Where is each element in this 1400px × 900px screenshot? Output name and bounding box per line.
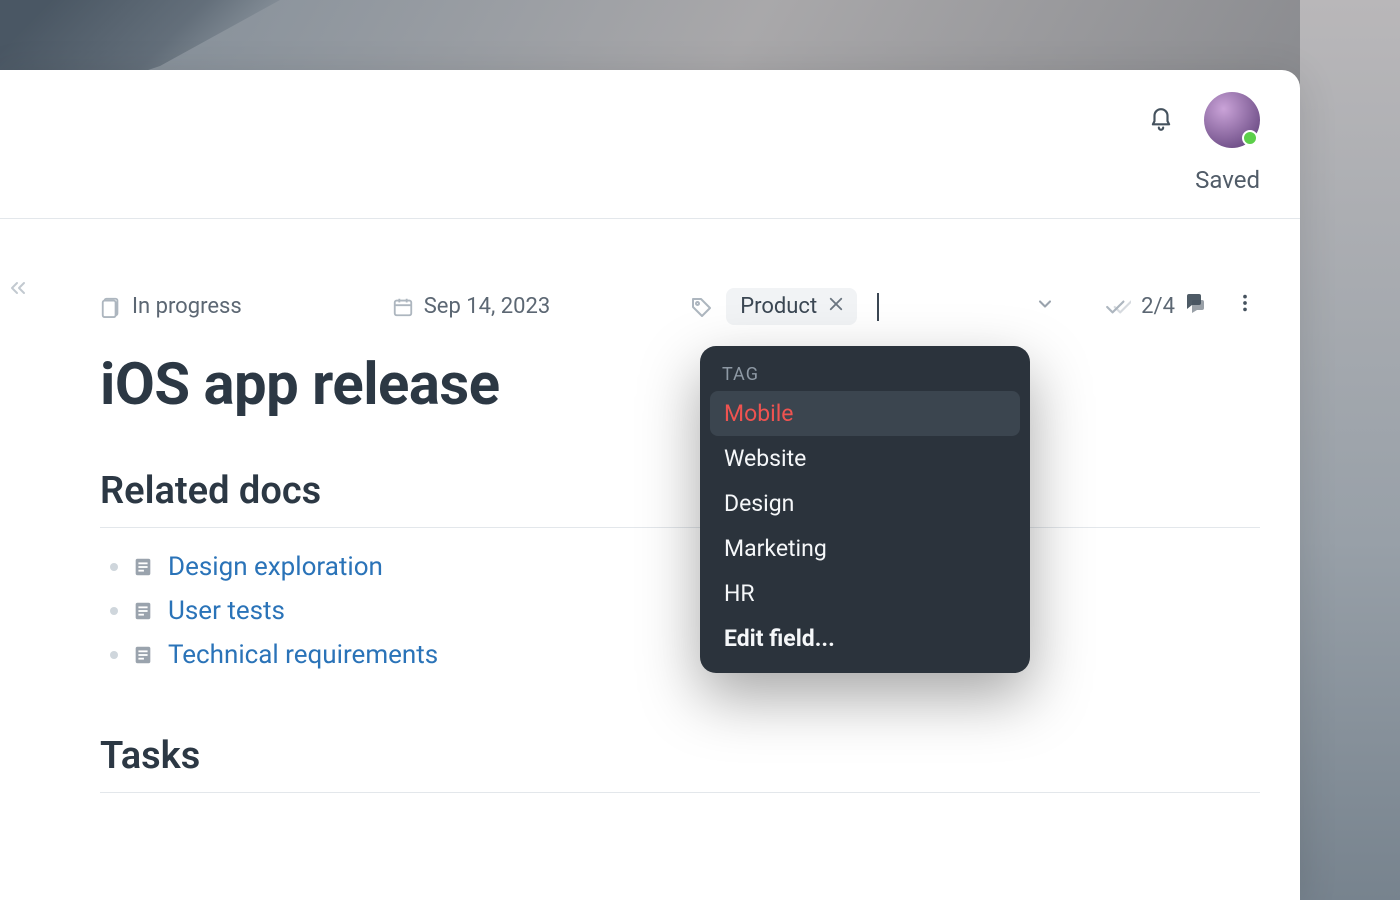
dropdown-option-hr[interactable]: HR bbox=[710, 571, 1020, 616]
list-item: Technical requirements bbox=[110, 640, 1260, 670]
page-actions bbox=[1180, 288, 1260, 318]
text-cursor bbox=[877, 293, 879, 321]
tag-icon bbox=[690, 295, 714, 319]
dropdown-option-design[interactable]: Design bbox=[710, 481, 1020, 526]
doc-link[interactable]: User tests bbox=[168, 596, 285, 626]
tag-dropdown-menu: TAG Mobile Website Design Marketing HR E… bbox=[700, 346, 1030, 673]
progress-field[interactable]: 2/4 bbox=[1105, 294, 1175, 320]
bullet-icon bbox=[110, 651, 118, 659]
document-icon bbox=[132, 644, 154, 666]
tasks-heading: Tasks bbox=[100, 734, 1260, 793]
tag-chip[interactable]: Product bbox=[726, 288, 857, 325]
dropdown-option-mobile[interactable]: Mobile bbox=[710, 391, 1020, 436]
tag-input[interactable] bbox=[865, 289, 885, 325]
tag-chip-label: Product bbox=[740, 294, 817, 319]
saved-status: Saved bbox=[1195, 166, 1260, 194]
doc-link[interactable]: Technical requirements bbox=[168, 640, 438, 670]
dropdown-option-marketing[interactable]: Marketing bbox=[710, 526, 1020, 571]
status-field[interactable]: In progress bbox=[100, 294, 242, 319]
saved-row: Saved bbox=[0, 148, 1300, 218]
progress-text: 2/4 bbox=[1141, 294, 1175, 319]
avatar[interactable] bbox=[1204, 92, 1260, 148]
status-icon bbox=[100, 296, 122, 318]
related-docs-heading: Related docs bbox=[100, 469, 1260, 528]
related-docs-list: Design exploration User tests Technical … bbox=[100, 552, 1260, 670]
background-right bbox=[1300, 0, 1400, 900]
date-text: Sep 14, 2023 bbox=[424, 294, 551, 319]
double-check-icon bbox=[1105, 294, 1131, 320]
more-menu-icon[interactable] bbox=[1230, 288, 1260, 318]
content-area: In progress Sep 14, 2023 Product bbox=[60, 248, 1300, 900]
document-icon bbox=[132, 556, 154, 578]
tag-remove-icon[interactable] bbox=[827, 294, 845, 319]
meta-row: In progress Sep 14, 2023 Product bbox=[100, 288, 1260, 325]
doc-link[interactable]: Design exploration bbox=[168, 552, 383, 582]
bullet-icon bbox=[110, 563, 118, 571]
comments-icon[interactable] bbox=[1180, 288, 1210, 318]
dropdown-edit-field[interactable]: Edit field... bbox=[710, 616, 1020, 661]
header-divider bbox=[0, 218, 1300, 219]
dropdown-option-website[interactable]: Website bbox=[710, 436, 1020, 481]
tag-dropdown-chevron-icon[interactable] bbox=[1035, 294, 1055, 320]
document-card: Saved In progress Sep 14, 2023 bbox=[0, 70, 1300, 900]
dropdown-section-label: TAG bbox=[710, 364, 1020, 391]
notifications-icon[interactable] bbox=[1146, 105, 1176, 135]
status-text: In progress bbox=[132, 294, 242, 319]
date-field[interactable]: Sep 14, 2023 bbox=[392, 294, 551, 319]
collapse-sidebar-icon[interactable] bbox=[6, 276, 30, 304]
page-title[interactable]: iOS app release bbox=[100, 351, 1260, 419]
header-bar bbox=[0, 70, 1300, 148]
document-icon bbox=[132, 600, 154, 622]
bullet-icon bbox=[110, 607, 118, 615]
list-item: User tests bbox=[110, 596, 1260, 626]
calendar-icon bbox=[392, 296, 414, 318]
list-item: Design exploration bbox=[110, 552, 1260, 582]
